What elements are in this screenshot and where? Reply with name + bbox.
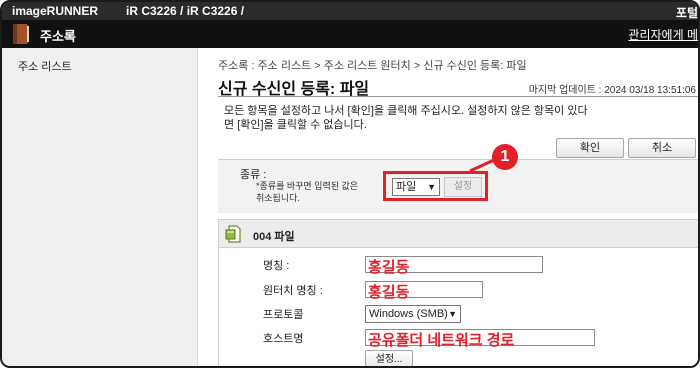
device-model-label: iR C3226 / iR C3226 / — [126, 4, 245, 18]
file-settings-panel: 004 파일 명칭 : 홍길동 원터치 명칭 : 홍길동 프로토콜 Window… — [218, 219, 698, 366]
sidebar-item-address-list[interactable]: 주소 리스트 — [18, 58, 72, 74]
section-header: 004 파일 — [219, 220, 698, 248]
instructions-text: 모든 항목을 설정하고 나서 [확인]을 클릭해 주십시오. 설정하지 않은 항… — [224, 105, 588, 131]
name-input[interactable]: 홍길동 — [365, 256, 543, 276]
last-updated-label: 마지막 업데이트 : 2024 03/18 13:51:06 — [528, 85, 696, 96]
app-title: 주소록 — [40, 29, 76, 44]
window-frame: imageRUNNER iR C3226 / iR C3226 / 포털 주소록… — [0, 0, 700, 368]
host-name-value: 공유폴더 네트워크 경로 — [368, 332, 515, 349]
chevron-down-icon: ▼ — [448, 309, 457, 319]
onetouch-name-label: 원터치 명칭 : — [263, 285, 323, 297]
ok-button[interactable]: 확인 — [556, 138, 624, 158]
portal-link[interactable]: 포털 — [676, 4, 698, 21]
host-name-label: 호스트명 — [263, 333, 304, 345]
host-settings-button[interactable]: 설정... — [365, 350, 413, 366]
section-title: 004 파일 — [253, 231, 295, 243]
name-label: 명칭 : — [263, 260, 290, 272]
onetouch-name-value: 홍길동 — [368, 284, 410, 301]
name-value: 홍길동 — [368, 259, 410, 276]
main-content: 주소록 : 주소 리스트 > 주소 리스트 원터치 > 신규 수신인 등록: 파… — [198, 48, 698, 366]
cancel-button[interactable]: 취소 — [628, 138, 696, 158]
file-destination-icon — [225, 225, 241, 243]
app-bar: 주소록 관리자에게 메 — [2, 20, 698, 48]
title-divider — [218, 96, 698, 97]
admin-message-link[interactable]: 관리자에게 메 — [628, 26, 698, 43]
type-panel: 종류 : *종류를 바꾸면 입력된 값은 취소됩니다. 파일 ▼ 설정 1 — [218, 144, 698, 213]
breadcrumb: 주소록 : 주소 리스트 > 주소 리스트 원터치 > 신규 수신인 등록: 파… — [218, 60, 527, 72]
protocol-label: 프로토콜 — [263, 309, 304, 321]
brand-label: imageRUNNER — [12, 4, 99, 18]
callout-number-badge: 1 — [492, 144, 518, 170]
protocol-select-value: Windows (SMB) — [369, 308, 448, 320]
type-note: *종류를 바꾸면 입력된 값은 취소됩니다. — [256, 181, 359, 203]
callout-highlight-box — [383, 171, 488, 201]
host-name-input[interactable]: 공유폴더 네트워크 경로 — [365, 329, 595, 349]
onetouch-name-input[interactable]: 홍길동 — [365, 281, 483, 301]
device-header-bar: imageRUNNER iR C3226 / iR C3226 / 포털 — [2, 2, 698, 21]
address-book-icon — [13, 24, 29, 44]
sidebar: 주소 리스트 — [2, 48, 198, 366]
protocol-select[interactable]: Windows (SMB) ▼ — [365, 305, 461, 323]
